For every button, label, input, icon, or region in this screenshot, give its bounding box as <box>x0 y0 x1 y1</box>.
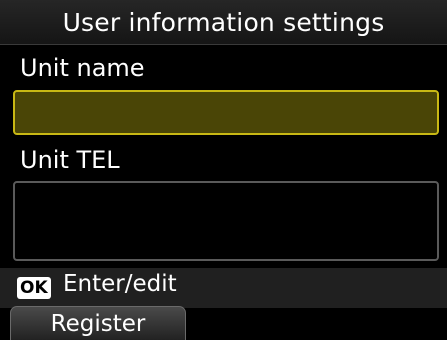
page-title: User information settings <box>62 7 385 37</box>
unit-name-field[interactable] <box>13 90 439 135</box>
ok-key-icon: OK <box>17 277 51 299</box>
hint-text: Enter/edit <box>63 271 177 297</box>
register-button-label: Register <box>50 311 146 337</box>
unit-tel-label: Unit TEL <box>20 146 120 174</box>
lcd-screen: User information settings Unit name Unit… <box>0 0 447 340</box>
unit-tel-field[interactable] <box>13 181 439 261</box>
title-bar: User information settings <box>0 0 447 45</box>
register-button[interactable]: Register <box>10 306 186 340</box>
unit-name-label: Unit name <box>20 54 145 82</box>
